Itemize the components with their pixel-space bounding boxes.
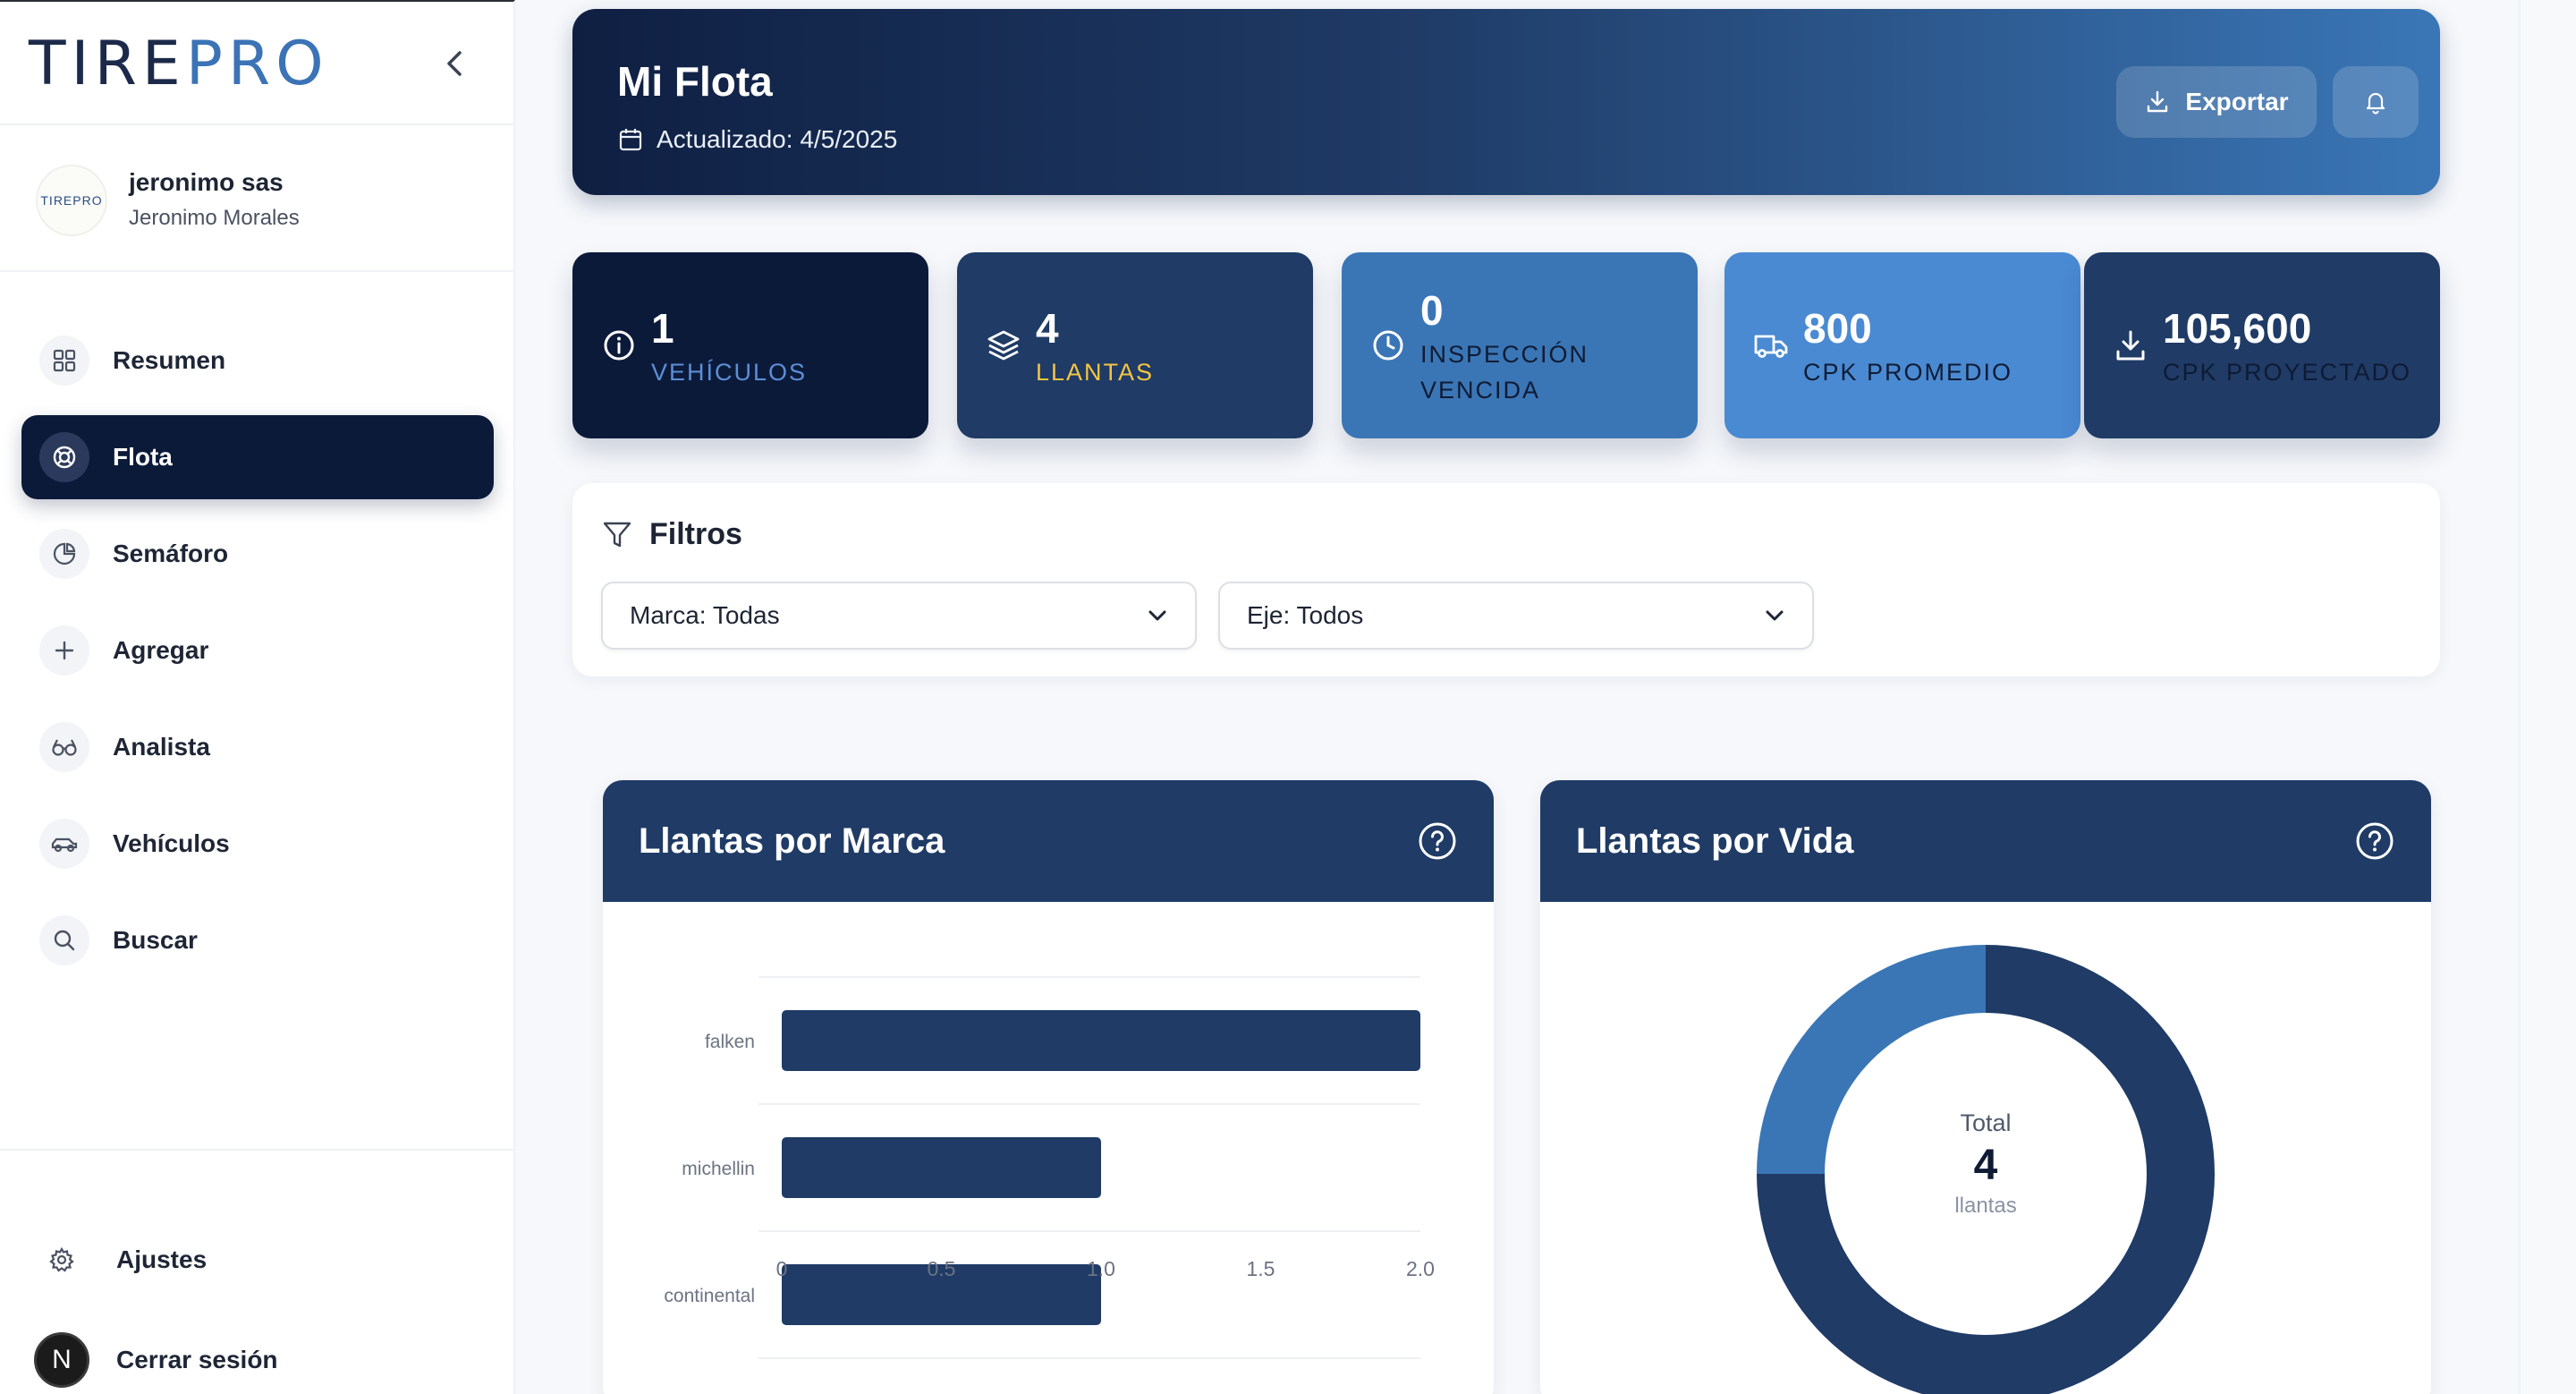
nav-item-flota[interactable]: Flota xyxy=(21,415,494,499)
user-name: Jeronimo Morales xyxy=(129,206,300,230)
plus-icon xyxy=(39,625,89,676)
company-name: jeronimo sas xyxy=(129,168,284,196)
user-profile[interactable]: TIREPRO jeronimo sas Jeronimo Morales xyxy=(0,125,515,272)
bar-chart: falken michellin continental 0 0.5 1.0 1.5 2.0 xyxy=(664,976,1435,1359)
filters-heading: Filtros xyxy=(601,517,742,552)
calendar-icon xyxy=(619,129,642,151)
company-avatar: TIREPRO xyxy=(36,165,107,236)
page-scrollbar[interactable] xyxy=(2519,0,2576,1394)
marca-select[interactable]: Marca: Todas xyxy=(601,582,1197,650)
stat-value: 800 xyxy=(1803,305,1872,352)
main-content: Mi Flota Actualizado: 4/5/2025 Exportar … xyxy=(515,0,2576,1394)
stat-label: VEHÍCULOS xyxy=(651,359,808,386)
nav-item-analista[interactable]: Analista xyxy=(21,705,494,789)
bar-label: michellin xyxy=(682,1159,755,1179)
car-icon xyxy=(39,819,89,869)
stat-value: 1 xyxy=(651,305,674,352)
search-icon xyxy=(39,915,89,965)
x-tick-label: 1.0 xyxy=(1087,1257,1115,1280)
bar-michellin xyxy=(782,1137,1101,1198)
filters-panel: Filtros Marca: Todas Eje: Todos xyxy=(572,483,2440,676)
lifebuoy-icon xyxy=(39,432,89,482)
nav-item-semaforo[interactable]: Semáforo xyxy=(21,512,494,596)
brand-header: TIREPRO xyxy=(0,2,515,125)
grid-icon xyxy=(39,336,89,386)
logout-button[interactable]: N Cerrar sesión xyxy=(34,1326,278,1394)
stat-value: 105,600 xyxy=(2163,305,2312,352)
nav-item-vehiculos[interactable]: Vehículos xyxy=(21,802,494,886)
gear-icon xyxy=(34,1232,89,1288)
page-title: Mi Flota xyxy=(617,58,773,105)
donut-area: Total 4 llantas xyxy=(1540,902,2431,1394)
sidebar-footer: Ajustes N Cerrar sesión xyxy=(0,1149,515,1394)
last-updated: Actualizado: 4/5/2025 xyxy=(617,125,897,154)
chart-card-marca: Llantas por Marca falken michellin contine… xyxy=(603,780,1494,1394)
filter-icon xyxy=(603,522,631,547)
main-nav: Resumen Flota Semáforo Agregar Analista xyxy=(21,319,494,995)
export-button[interactable]: Exportar xyxy=(2116,66,2317,138)
chart-title: Llantas por Marca xyxy=(639,820,945,861)
notifications-button[interactable] xyxy=(2333,66,2419,138)
chart-card-header: Llantas por Marca xyxy=(603,780,1494,902)
download-icon xyxy=(2148,90,2168,113)
glasses-icon xyxy=(39,722,89,772)
x-tick-label: 0 xyxy=(776,1257,788,1280)
stat-card-cpk-proyectado[interactable]: 105,600 CPK PROYECTADO xyxy=(2084,252,2440,438)
eje-select[interactable]: Eje: Todos xyxy=(1218,582,1814,650)
chart-card-vida: Llantas por Vida Total 4 llantas xyxy=(1540,780,2431,1394)
chart-title: Llantas por Vida xyxy=(1576,820,1854,861)
nav-item-agregar[interactable]: Agregar xyxy=(21,608,494,693)
stat-card-cpk-promedio[interactable]: 800 CPK PROMEDIO xyxy=(1724,252,2080,438)
donut-center: Total 4 llantas xyxy=(1896,1109,2075,1219)
help-icon[interactable] xyxy=(2354,820,2395,862)
chevron-down-icon xyxy=(1148,610,1166,621)
x-tick-label: 0.5 xyxy=(928,1257,956,1280)
nav-item-resumen[interactable]: Resumen xyxy=(21,319,494,403)
stat-value: 0 xyxy=(1420,287,1444,334)
layers-icon xyxy=(987,330,1020,361)
chevron-left-icon xyxy=(447,51,462,76)
stat-card-llantas[interactable]: 4 LLANTAS xyxy=(957,252,1313,438)
user-avatar: N xyxy=(34,1332,89,1388)
stat-value: 4 xyxy=(1036,305,1059,352)
stat-label-line2: VENCIDA xyxy=(1420,377,1541,404)
clock-icon xyxy=(1373,330,1403,361)
bar-falken xyxy=(782,1010,1420,1071)
tirepro-logo[interactable]: TIREPRO xyxy=(29,32,329,97)
donut-total-value: 4 xyxy=(1973,1142,1998,1189)
truck-icon xyxy=(1754,335,1788,358)
help-icon[interactable] xyxy=(1417,820,1458,862)
stats-row: 1 VEHÍCULOS 4 LLANTAS 0 INSPECCIÓN VENCI… xyxy=(572,252,2440,438)
bar-label: falken xyxy=(705,1032,755,1052)
donut-unit: llantas xyxy=(1954,1194,2017,1218)
x-tick-label: 1.5 xyxy=(1247,1257,1275,1280)
download-icon xyxy=(2116,330,2145,361)
bar-label: continental xyxy=(664,1286,755,1306)
stat-card-vehiculos[interactable]: 1 VEHÍCULOS xyxy=(572,252,928,438)
sidebar: TIREPRO TIREPRO jeronimo sas Jeronimo Mo… xyxy=(0,0,515,1394)
chart-card-header: Llantas por Vida xyxy=(1540,780,2431,902)
x-tick-label: 2.0 xyxy=(1406,1257,1435,1280)
nav-item-buscar[interactable]: Buscar xyxy=(21,898,494,982)
stat-label: CPK PROMEDIO xyxy=(1803,359,2013,386)
stat-card-inspeccion[interactable]: 0 INSPECCIÓN VENCIDA xyxy=(1342,252,1698,438)
stat-label: LLANTAS xyxy=(1036,359,1155,386)
donut-total-label: Total xyxy=(1960,1109,2012,1136)
page-header: Mi Flota Actualizado: 4/5/2025 Exportar xyxy=(572,9,2440,195)
settings-button[interactable]: Ajustes xyxy=(34,1226,207,1294)
info-icon xyxy=(604,330,634,361)
chevron-down-icon xyxy=(1766,610,1784,621)
pie-icon xyxy=(39,529,89,579)
bell-icon xyxy=(2366,92,2385,115)
stat-label-line1: INSPECCIÓN xyxy=(1420,341,1589,368)
stat-label: CPK PROYECTADO xyxy=(2163,359,2412,386)
collapse-sidebar-button[interactable] xyxy=(436,43,472,84)
